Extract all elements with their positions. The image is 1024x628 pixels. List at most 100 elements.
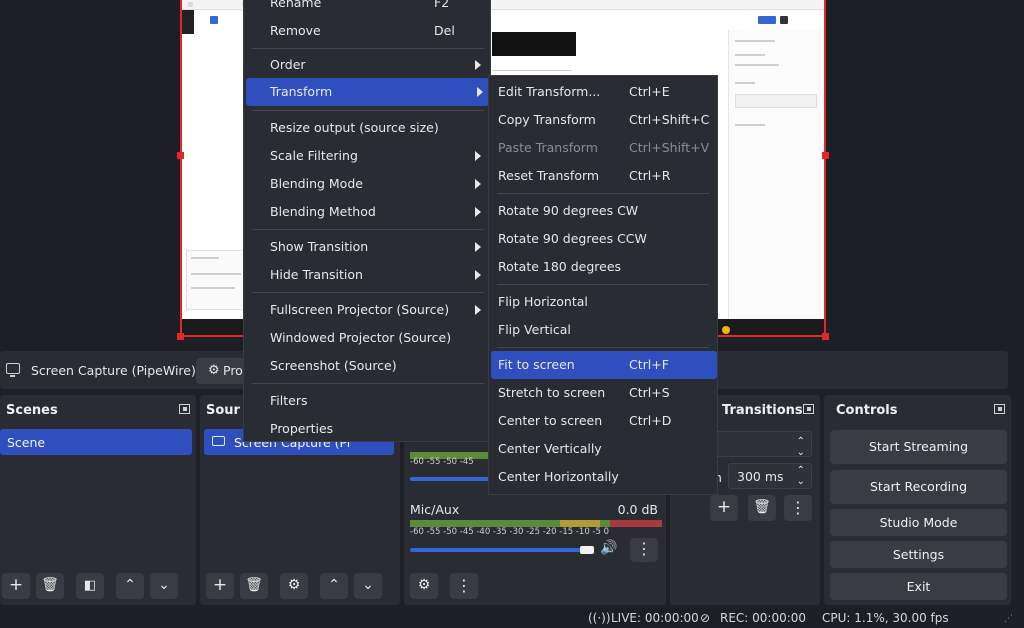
menu-item-resize-output[interactable]: Resize output (source size) [244,114,487,142]
menu-item-rotate-cw[interactable]: Rotate 90 degrees CW [491,197,717,225]
captured-button [780,16,788,24]
menu-item-blending-method[interactable]: Blending Method [244,198,487,226]
selected-source-name: Screen Capture (PipeWire) [31,363,196,378]
resize-grip-icon[interactable]: ⋰ [1004,614,1013,624]
menu-item-fit-to-screen[interactable]: Fit to screen Ctrl+F [491,351,717,379]
move-down-icon[interactable]: ⌄ [150,573,178,599]
exit-button[interactable]: Exit [830,573,1007,600]
menu-item-label: Rotate 90 degrees CCW [498,231,647,246]
menu-item-hide-transition[interactable]: Hide Transition [244,261,487,289]
scene-item-label: Scene [7,435,46,450]
move-up-icon[interactable]: ⌃ [320,573,348,599]
menu-item-shortcut: Ctrl+D [629,413,672,428]
trash-icon[interactable]: 🗑 [748,495,776,521]
submenu-arrow-icon [477,87,483,97]
resize-handle[interactable] [177,333,184,340]
menu-item-paste-transform: Paste Transform Ctrl+Shift+V [491,134,717,162]
menu-item-flip-horizontal[interactable]: Flip Horizontal [491,288,717,316]
undock-icon[interactable] [803,404,814,414]
menu-separator [252,383,484,384]
controls-dock: Controls Start Streaming Start Recording… [824,395,1011,605]
status-bar: ((·)) LIVE: 00:00:00 ⊘ REC: 00:00:00 CPU… [0,608,1024,628]
start-recording-button[interactable]: Start Recording [830,470,1007,504]
menu-item-center-to-screen[interactable]: Center to screen Ctrl+D [491,407,717,435]
meter-scale: -60 -55 -50 -45 -40 -35 -30 -25 -20 -15 … [410,527,610,537]
trash-icon[interactable]: 🗑 [36,573,64,599]
menu-item-windowed-projector[interactable]: Windowed Projector (Source) [244,324,487,352]
add-transition-button[interactable]: + [710,495,738,521]
speaker-icon[interactable]: 🔊 [600,540,617,556]
captured-field [735,94,817,108]
menu-item-blending-mode[interactable]: Blending Mode [244,170,487,198]
menu-item-screenshot[interactable]: Screenshot (Source) [244,352,487,380]
live-icon: ((·)) [588,611,611,625]
menu-item-label: Paste Transform [498,140,598,155]
live-timer: LIVE: 00:00:00 [611,611,699,625]
menu-item-label: Stretch to screen [498,385,606,400]
menu-separator [497,284,709,285]
menu-item-transform[interactable]: Transform [246,78,489,106]
move-up-icon[interactable]: ⌃ [116,573,144,599]
advanced-audio-icon[interactable]: ⚙ [410,573,438,599]
monitor-icon [6,363,20,377]
menu-item-edit-transform[interactable]: Edit Transform... Ctrl+E [491,78,717,106]
menu-separator [497,193,709,194]
captured-text-line [191,287,235,289]
captured-status-dot [722,326,730,334]
resize-handle[interactable] [822,333,829,340]
meter-warning-zone [560,520,600,527]
menu-item-rotate-180[interactable]: Rotate 180 degrees [491,253,717,281]
menu-item-flip-vertical[interactable]: Flip Vertical [491,316,717,344]
menu-item-reset-transform[interactable]: Reset Transform Ctrl+R [491,162,717,190]
menu-item-label: Screenshot (Source) [270,358,397,373]
menu-item-center-horizontally[interactable]: Center Horizontally [491,463,717,491]
menu-item-properties[interactable]: Properties [244,415,487,443]
scene-filters-icon[interactable]: ◧ [76,573,104,599]
scene-list-item[interactable]: Scene [0,429,192,455]
captured-logo-block [182,10,194,34]
menu-item-center-vertically[interactable]: Center Vertically [491,435,717,463]
menu-item-label: Rename [270,0,322,10]
submenu-arrow-icon [475,151,481,161]
add-scene-button[interactable]: + [2,573,30,599]
start-streaming-button[interactable]: Start Streaming [830,430,1007,464]
sources-dock-title: Sour [206,403,240,418]
menu-item-rotate-ccw[interactable]: Rotate 90 degrees CCW [491,225,717,253]
add-source-button[interactable]: + [206,573,234,599]
mixer-menu-icon[interactable]: ⋮ [630,538,658,562]
trash-icon[interactable]: 🗑 [240,573,268,599]
resize-handle[interactable] [822,152,829,159]
menu-item-label: Properties [270,421,334,436]
rec-timer: REC: 00:00:00 [720,611,807,625]
menu-item-label: Flip Horizontal [498,294,588,309]
transition-menu-icon[interactable]: ⋮ [784,495,812,521]
volume-slider-knob[interactable] [580,546,594,554]
duration-spinbox[interactable]: 300 ms ⌃ ⌄ [728,463,812,489]
menu-item-scale-filtering[interactable]: Scale Filtering [244,142,487,170]
menu-item-order[interactable]: Order [244,51,487,79]
menu-item-label: Rotate 90 degrees CW [498,203,639,218]
menu-item-fullscreen-projector[interactable]: Fullscreen Projector (Source) [244,296,487,324]
menu-item-remove[interactable]: Remove Del [244,17,487,45]
menu-item-rename[interactable]: Rename F2 [244,0,487,17]
undock-icon[interactable] [994,404,1005,414]
menu-item-shortcut: Ctrl+Shift+V [629,140,710,155]
captured-button [758,16,776,24]
volume-slider[interactable] [410,477,490,481]
menu-item-copy-transform[interactable]: Copy Transform Ctrl+Shift+C [491,106,717,134]
gear-icon[interactable]: ⚙ [280,573,308,599]
menu-item-stretch-to-screen[interactable]: Stretch to screen Ctrl+S [491,379,717,407]
resize-handle[interactable] [177,152,184,159]
settings-button[interactable]: Settings [830,541,1007,568]
source-context-menu: Rename F2 Remove Del Order Transform Res… [243,0,491,442]
menu-item-label: Blending Method [270,204,376,219]
menu-separator [252,292,484,293]
move-down-icon[interactable]: ⌄ [354,573,382,599]
volume-slider[interactable] [410,548,588,552]
undock-icon[interactable] [179,404,190,414]
captured-text-line [735,124,765,126]
menu-item-show-transition[interactable]: Show Transition [244,233,487,261]
studio-mode-button[interactable]: Studio Mode [830,509,1007,536]
menu-item-filters[interactable]: Filters [244,387,487,415]
mixer-menu-icon[interactable]: ⋮ [450,573,478,599]
